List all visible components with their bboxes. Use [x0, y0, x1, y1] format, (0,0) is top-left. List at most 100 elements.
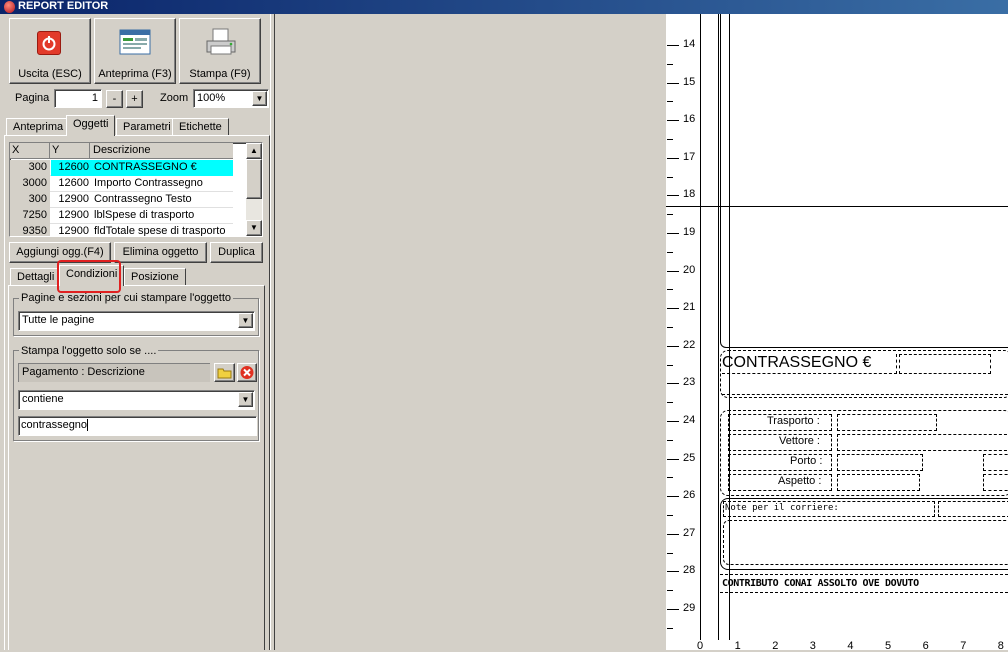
folder-icon[interactable]: [214, 363, 235, 382]
exit-button-label: Uscita (ESC): [18, 68, 82, 80]
page-margin-line: [718, 14, 719, 640]
tab-parametri[interactable]: Parametri: [116, 118, 178, 136]
contrassegno-amount-field[interactable]: [899, 354, 991, 374]
chevron-down-icon[interactable]: ▼: [238, 313, 253, 328]
ruler-tick: [667, 458, 679, 460]
notes-text-box[interactable]: [723, 520, 1008, 565]
clear-icon[interactable]: [237, 363, 257, 382]
trasporto-value[interactable]: [837, 414, 937, 431]
ruler-half-tick: [667, 289, 673, 291]
chevron-down-icon[interactable]: ▼: [238, 392, 253, 407]
table-row[interactable]: 300 12900 Contrassegno Testo: [10, 192, 233, 208]
tab-dettagli[interactable]: Dettagli: [10, 268, 62, 286]
cell-y[interactable]: 12600: [51, 160, 92, 176]
cell-x[interactable]: 3000: [10, 176, 50, 192]
cell-descrizione[interactable]: lblSpese di trasporto: [92, 208, 233, 224]
print-if-group-label: Stampa l'oggetto solo se ....: [19, 345, 159, 357]
horizontal-ruler: [666, 640, 1008, 650]
cell-y[interactable]: 12900: [51, 208, 92, 224]
tab-anteprima[interactable]: Anteprima: [6, 118, 71, 136]
tab-posizione[interactable]: Posizione: [124, 268, 186, 286]
ruler-number: 21: [683, 301, 696, 314]
cell-x[interactable]: 7250: [10, 208, 50, 224]
pages-group-label: Pagine e sezioni per cui stampare l'ogge…: [19, 292, 234, 304]
page-plus-label: +: [131, 93, 138, 105]
scroll-thumb[interactable]: [246, 159, 262, 199]
zoom-label: Zoom: [160, 92, 189, 104]
cell-y[interactable]: 12900: [51, 192, 92, 208]
ruler-half-tick: [667, 139, 673, 140]
vettore-value[interactable]: [837, 434, 1008, 451]
cell-descrizione[interactable]: Importo Contrassegno: [92, 176, 233, 192]
cell-x[interactable]: 300: [10, 160, 50, 176]
porto-label: Porto :: [790, 455, 823, 467]
porto-extra-value[interactable]: [983, 454, 1008, 471]
table-row[interactable]: 9350 12900 fldTotale spese di trasporto: [10, 224, 233, 236]
aspetto-label: Aspetto :: [778, 475, 822, 487]
ruler-tick: [667, 421, 679, 422]
tab-etichette[interactable]: Etichette: [172, 118, 229, 136]
conai-label[interactable]: CONTRIBUTO CONAI ASSOLTO OVE DOVUTO: [722, 578, 919, 589]
grid-scrollbar[interactable]: ▲ ▼: [246, 143, 262, 236]
porto-value[interactable]: [837, 454, 923, 471]
cell-descrizione[interactable]: CONTRASSEGNO €: [92, 160, 233, 176]
contrassegno-label[interactable]: CONTRASSEGNO €: [722, 354, 871, 372]
delete-object-label: Elimina oggetto: [122, 246, 199, 258]
cell-descrizione[interactable]: fldTotale spese di trasporto: [92, 224, 233, 236]
table-row[interactable]: 300 12600 CONTRASSEGNO €: [10, 160, 233, 176]
condition-text-input[interactable]: contrassegno: [18, 416, 257, 436]
field-label-box: Pagamento : Descrizione: [18, 363, 210, 382]
window-title: REPORT EDITOR: [18, 0, 109, 12]
notes-extra-box[interactable]: [938, 501, 1008, 517]
cell-descrizione[interactable]: Contrassegno Testo: [92, 192, 233, 208]
ruler-tick: [667, 195, 679, 197]
grid-header-x[interactable]: X: [12, 143, 50, 159]
exit-button[interactable]: Uscita (ESC): [9, 18, 91, 84]
print-button[interactable]: Stampa (F9): [179, 18, 261, 84]
pages-select[interactable]: Tutte le pagine ▼: [18, 311, 255, 331]
aspetto-extra-value[interactable]: [983, 474, 1008, 491]
chevron-down-icon[interactable]: ▼: [252, 91, 267, 106]
power-icon: [37, 31, 61, 55]
duplicate-button[interactable]: Duplica: [210, 242, 263, 263]
delete-object-button[interactable]: Elimina oggetto: [114, 242, 207, 263]
zoom-select[interactable]: 100% ▼: [193, 89, 269, 108]
table-row[interactable]: 3000 12600 Importo Contrassegno: [10, 176, 233, 192]
operator-select[interactable]: contiene ▼: [18, 390, 255, 410]
preview-button[interactable]: Anteprima (F3): [94, 18, 176, 84]
conditions-panel: [8, 285, 265, 650]
page-input[interactable]: 1: [54, 89, 102, 108]
cell-y[interactable]: 12600: [51, 176, 92, 192]
ruler-half-tick: [667, 515, 673, 516]
text-cursor: [87, 419, 89, 432]
tab-anteprima-label: Anteprima: [13, 121, 64, 133]
h-ruler-number: 7: [960, 640, 967, 652]
table-row[interactable]: 7250 12900 lblSpese di trasporto: [10, 208, 233, 224]
page-minus-button[interactable]: -: [106, 90, 123, 108]
preview-icon: [119, 29, 151, 55]
aspetto-value[interactable]: [837, 474, 920, 491]
cell-x[interactable]: 300: [10, 192, 50, 208]
page-label: Pagina: [15, 92, 50, 104]
objects-grid[interactable]: X Y Descrizione 300 12600 CONTRASSEGNO €30…: [9, 142, 263, 237]
ruler-number: 16: [683, 113, 696, 126]
ruler-half-tick: [667, 364, 673, 366]
h-ruler-number: 8: [997, 640, 1004, 652]
grid-header-descrizione[interactable]: Descrizione: [93, 143, 233, 159]
printer-icon: [204, 27, 238, 57]
ruler-number: 27: [683, 526, 696, 539]
grid-header-y[interactable]: Y: [52, 143, 90, 159]
tab-oggetti[interactable]: Oggetti: [66, 115, 116, 136]
scroll-down-icon[interactable]: ▼: [246, 220, 262, 236]
ruler-half-tick: [667, 402, 673, 404]
h-ruler-number: 3: [809, 640, 816, 652]
page-minus-label: -: [112, 93, 117, 105]
scroll-up-icon[interactable]: ▲: [246, 143, 262, 159]
h-ruler-number: 5: [885, 640, 892, 652]
ruler-tick: [667, 571, 679, 573]
add-object-label: Aggiungi ogg.(F4): [16, 246, 104, 258]
h-ruler-number: 2: [772, 640, 779, 652]
page-plus-button[interactable]: +: [126, 90, 143, 108]
cell-y[interactable]: 12900: [51, 224, 92, 236]
cell-x[interactable]: 9350: [10, 224, 50, 236]
